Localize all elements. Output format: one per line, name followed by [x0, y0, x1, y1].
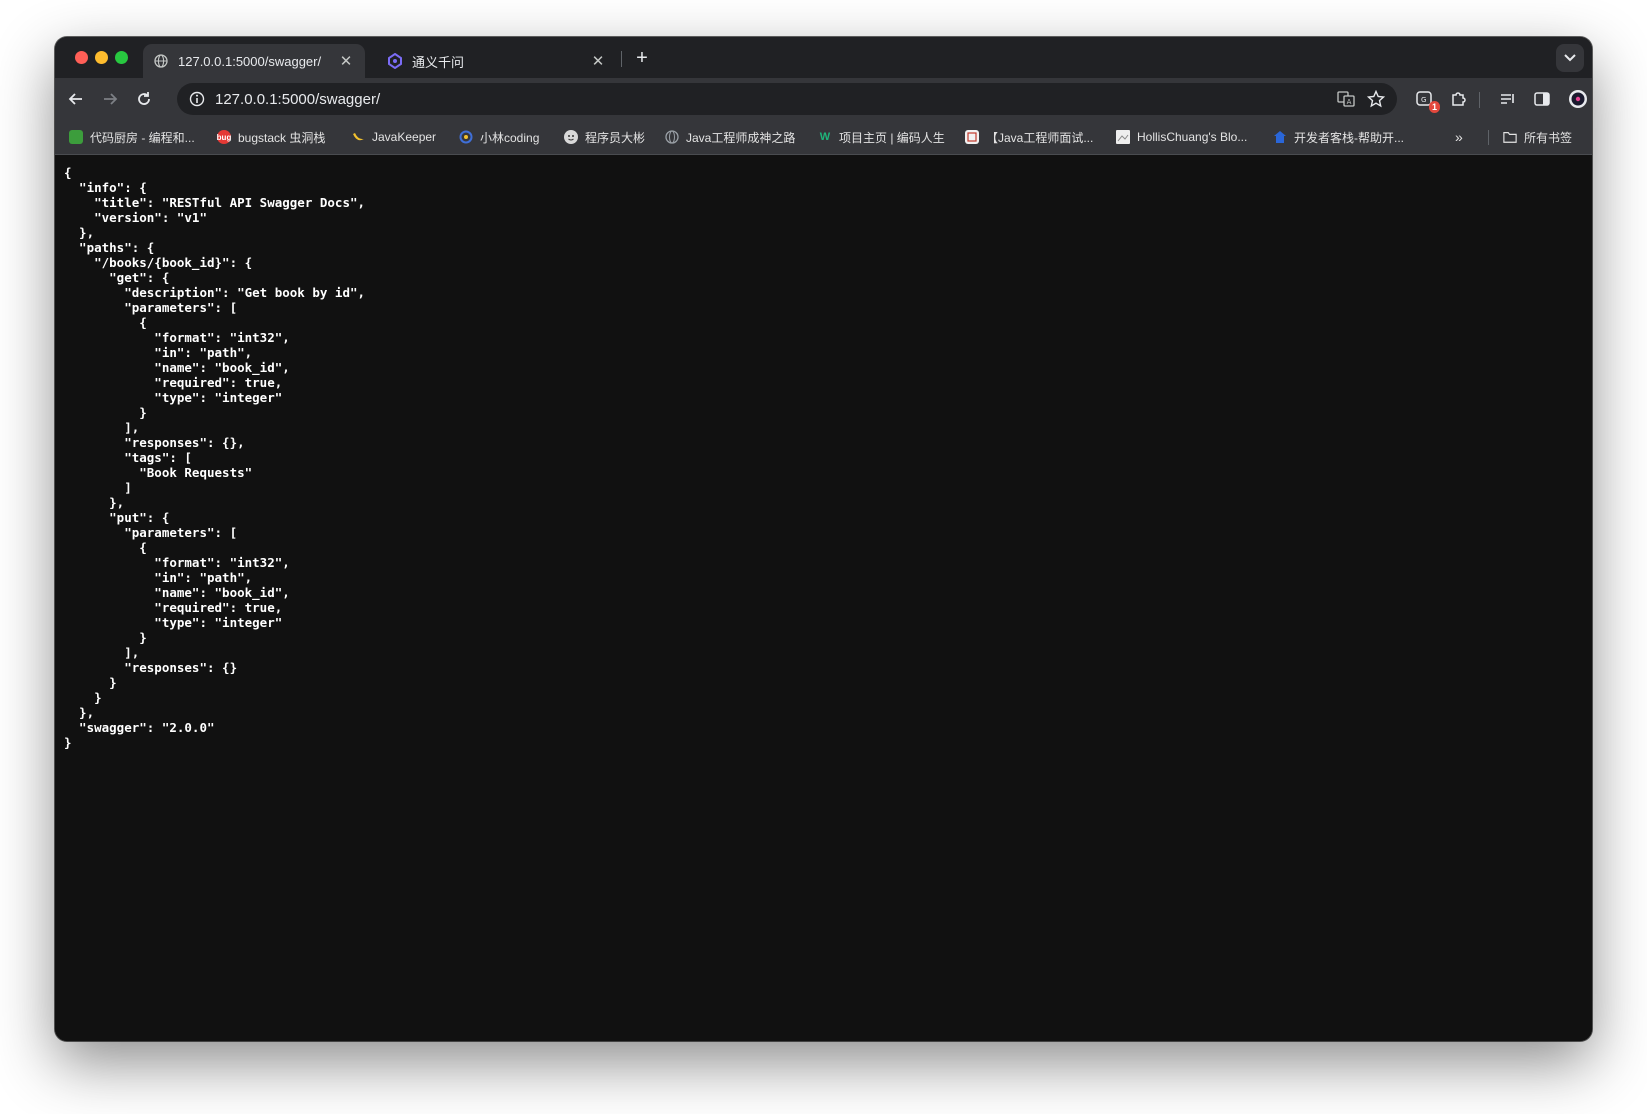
- chevron-down-icon: [1564, 54, 1576, 62]
- profile-avatar-icon[interactable]: [1565, 86, 1591, 112]
- bookmark-label: Java工程师成神之路: [686, 130, 796, 145]
- tab-separator: [621, 51, 622, 67]
- toolbar-separator: [1479, 92, 1480, 108]
- close-tab-icon[interactable]: ✕: [589, 52, 607, 70]
- green-grid-icon: [69, 130, 83, 144]
- reload-icon: [138, 92, 150, 105]
- puzzle-icon[interactable]: [1445, 86, 1471, 112]
- bookmark-item[interactable]: Java工程师成神之路: [665, 128, 795, 146]
- bookmark-item[interactable]: HollisChuang's Blo...: [1116, 128, 1247, 146]
- tab-title: 127.0.0.1:5000/swagger/: [178, 53, 322, 69]
- tongyi-logo-icon: [387, 53, 403, 69]
- close-window-button[interactable]: [75, 51, 88, 64]
- forward-button[interactable]: [97, 86, 123, 112]
- w-logo-icon: W: [819, 131, 831, 143]
- tab-tongyi[interactable]: 通义千问 ✕: [377, 44, 617, 78]
- reload-button[interactable]: [131, 86, 157, 112]
- side-panel-icon[interactable]: [1529, 86, 1555, 112]
- tab-title: 通义千问: [412, 54, 465, 70]
- bookmark-item[interactable]: JavaKeeper: [351, 128, 436, 146]
- json-document: { "info": { "title": "RESTful API Swagge…: [64, 165, 366, 750]
- bookmark-item[interactable]: 代码厨房 - 编程和...: [69, 128, 195, 146]
- bookmark-label: 小林coding: [480, 130, 540, 145]
- bookmark-item[interactable]: bug bugstack 虫洞栈: [217, 128, 325, 146]
- bookmark-label: 程序员大彬: [585, 130, 646, 145]
- bookmark-item[interactable]: 开发者客栈-帮助开...: [1273, 128, 1404, 146]
- bookmark-item[interactable]: W 项目主页 | 编码人生: [818, 128, 945, 146]
- browser-window: 127.0.0.1:5000/swagger/ ✕ 通义千问 ✕ + 127.0…: [55, 37, 1592, 1041]
- bookmark-item[interactable]: 【Java工程师面试...: [965, 128, 1093, 146]
- translate-icon[interactable]: A: [1331, 84, 1361, 114]
- house-icon: [1273, 130, 1287, 144]
- bookmark-star-icon[interactable]: [1361, 84, 1391, 114]
- extension-badge: 1: [1428, 101, 1440, 113]
- media-control-icon[interactable]: [1495, 86, 1521, 112]
- url-text[interactable]: 127.0.0.1:5000/swagger/: [215, 91, 1331, 108]
- bookmarks-separator: [1488, 130, 1489, 145]
- bugstack-icon: bug: [217, 130, 231, 144]
- page-content: { "info": { "title": "RESTful API Swagge…: [55, 155, 1592, 1041]
- face-icon: [564, 130, 578, 144]
- more-bookmarks-button[interactable]: »: [1455, 129, 1463, 145]
- folder-icon: [1503, 130, 1517, 144]
- browser-toolbar: 127.0.0.1:5000/swagger/ A G 1: [55, 78, 1592, 120]
- zoom-window-button[interactable]: [115, 51, 128, 64]
- bookmark-item[interactable]: 小林coding: [459, 128, 539, 146]
- svg-text:G: G: [1421, 96, 1426, 104]
- globe-icon: [153, 53, 169, 69]
- site-info-icon[interactable]: [187, 89, 207, 109]
- extension-icon[interactable]: G 1: [1411, 86, 1440, 113]
- bookmark-label: 【Java工程师面试...: [986, 130, 1094, 145]
- bookmark-item[interactable]: 程序员大彬: [564, 128, 645, 146]
- arrow-left-icon: [68, 93, 82, 105]
- globe-icon: [665, 130, 679, 144]
- bookmark-label: HollisChuang's Blo...: [1137, 130, 1248, 144]
- svg-text:A: A: [1347, 98, 1352, 106]
- back-button[interactable]: [63, 86, 89, 112]
- arrow-right-icon: [104, 93, 118, 105]
- doc-icon: [965, 130, 979, 144]
- bookmark-label: bugstack 虫洞栈: [238, 130, 326, 145]
- bookmark-label: 开发者客栈-帮助开...: [1294, 130, 1404, 145]
- bookmark-label: JavaKeeper: [372, 130, 437, 144]
- all-bookmarks-button[interactable]: 所有书签: [1503, 128, 1572, 146]
- address-bar[interactable]: 127.0.0.1:5000/swagger/ A: [177, 83, 1397, 115]
- bookmark-label: 代码厨房 - 编程和...: [90, 130, 195, 145]
- all-bookmarks-label: 所有书签: [1524, 130, 1573, 145]
- minimize-window-button[interactable]: [95, 51, 108, 64]
- tab-search-button[interactable]: [1556, 44, 1584, 72]
- close-tab-icon[interactable]: ✕: [337, 52, 355, 70]
- xiaolin-icon: [459, 130, 473, 144]
- tab-strip: 127.0.0.1:5000/swagger/ ✕ 通义千问 ✕ +: [55, 37, 1592, 78]
- image-icon: [1116, 130, 1130, 144]
- bookmarks-bar: 代码厨房 - 编程和... bug bugstack 虫洞栈 JavaKeepe…: [55, 120, 1592, 155]
- tab-swagger[interactable]: 127.0.0.1:5000/swagger/ ✕: [143, 44, 365, 78]
- new-tab-button[interactable]: +: [630, 48, 654, 68]
- bookmark-label: 项目主页 | 编码人生: [839, 130, 945, 145]
- banana-icon: [351, 130, 365, 144]
